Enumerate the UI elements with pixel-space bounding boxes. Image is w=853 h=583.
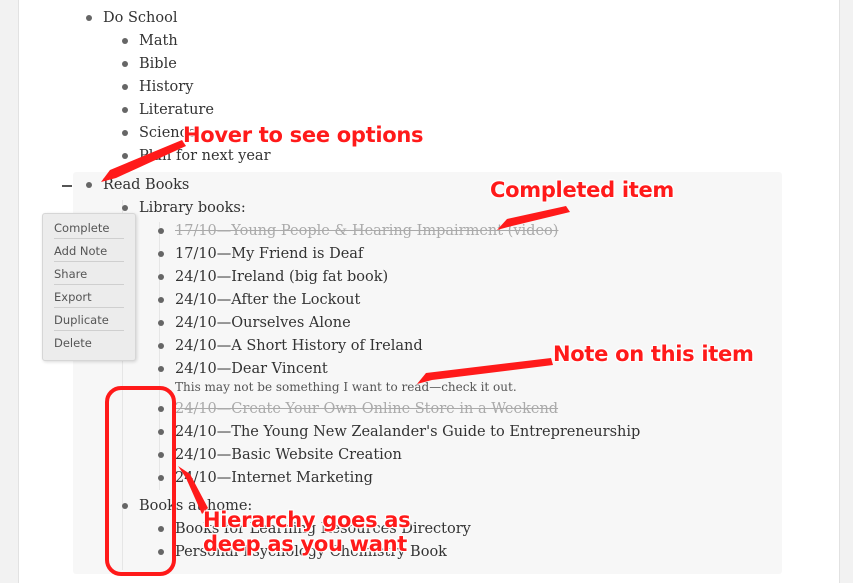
- bullet-icon[interactable]: [158, 274, 164, 280]
- indent-guide: [159, 222, 160, 490]
- menu-share[interactable]: Share: [54, 264, 124, 285]
- outline-item[interactable]: Math: [122, 31, 178, 51]
- menu-export[interactable]: Export: [54, 287, 124, 308]
- bullet-icon[interactable]: [158, 251, 164, 257]
- outline-item[interactable]: 24/10—Internet Marketing: [158, 468, 373, 488]
- callout-completed: Completed item: [490, 178, 674, 202]
- outline-item-library-books[interactable]: Library books:: [122, 198, 246, 218]
- menu-complete[interactable]: Complete: [54, 218, 124, 239]
- item-options-menu: Complete Add Note Share Export Duplicate…: [42, 213, 136, 361]
- outline-item[interactable]: 24/10—Dear Vincent: [158, 359, 328, 379]
- outline-item[interactable]: 24/10—Ireland (big fat book): [158, 267, 388, 287]
- item-note[interactable]: This may not be something I want to read…: [175, 380, 517, 394]
- outline-item-read-books[interactable]: Read Books: [86, 175, 189, 195]
- collapse-icon[interactable]: [62, 185, 72, 187]
- bullet-icon[interactable]: [122, 503, 128, 509]
- outline-item[interactable]: 24/10—A Short History of Ireland: [158, 336, 423, 356]
- bullet-icon[interactable]: [158, 406, 164, 412]
- bullet-icon[interactable]: [86, 15, 92, 21]
- outline-item-completed[interactable]: 17/10—Young People & Hearing Impairment …: [158, 221, 558, 241]
- bullet-icon[interactable]: [122, 61, 128, 67]
- menu-add-note[interactable]: Add Note: [54, 241, 124, 262]
- outline-item[interactable]: History: [122, 77, 193, 97]
- bullet-icon[interactable]: [158, 228, 164, 234]
- outline-item[interactable]: Literature: [122, 100, 214, 120]
- bullet-icon[interactable]: [86, 182, 92, 188]
- outline-item[interactable]: 24/10—After the Lockout: [158, 290, 360, 310]
- outline-item[interactable]: Bible: [122, 54, 177, 74]
- bullet-icon[interactable]: [122, 107, 128, 113]
- outline-item[interactable]: 24/10—Ourselves Alone: [158, 313, 351, 333]
- outline-item[interactable]: 24/10—The Young New Zealander's Guide to…: [158, 422, 640, 442]
- bullet-icon[interactable]: [158, 343, 164, 349]
- callout-hierarchy-line2: deep as you want: [203, 532, 407, 556]
- bullet-icon[interactable]: [158, 429, 164, 435]
- outline-item[interactable]: 17/10—My Friend is Deaf: [158, 244, 363, 264]
- bullet-icon[interactable]: [158, 526, 164, 532]
- callout-note: Note on this item: [553, 342, 754, 366]
- menu-duplicate[interactable]: Duplicate: [54, 310, 124, 331]
- bullet-icon[interactable]: [158, 297, 164, 303]
- outline-item-do-school[interactable]: Do School: [86, 8, 177, 28]
- outline-item-completed[interactable]: 24/10—Create Your Own Online Store in a …: [158, 399, 558, 419]
- bullet-icon[interactable]: [158, 366, 164, 372]
- bullet-icon[interactable]: [158, 549, 164, 555]
- callout-hover: Hover to see options: [183, 123, 424, 147]
- outline-item[interactable]: Plan for next year: [122, 146, 271, 166]
- callout-hierarchy-line1: Hierarchy goes as: [203, 508, 411, 532]
- bullet-icon[interactable]: [158, 475, 164, 481]
- bullet-icon[interactable]: [158, 320, 164, 326]
- bullet-icon[interactable]: [158, 452, 164, 458]
- bullet-icon[interactable]: [122, 84, 128, 90]
- menu-delete[interactable]: Delete: [54, 333, 124, 353]
- outline-item[interactable]: 24/10—Basic Website Creation: [158, 445, 402, 465]
- bullet-icon[interactable]: [122, 130, 128, 136]
- callout-hierarchy: Hierarchy goes as deep as you want: [203, 508, 411, 556]
- bullet-icon[interactable]: [122, 205, 128, 211]
- bullet-icon[interactable]: [122, 38, 128, 44]
- bullet-icon[interactable]: [122, 153, 128, 159]
